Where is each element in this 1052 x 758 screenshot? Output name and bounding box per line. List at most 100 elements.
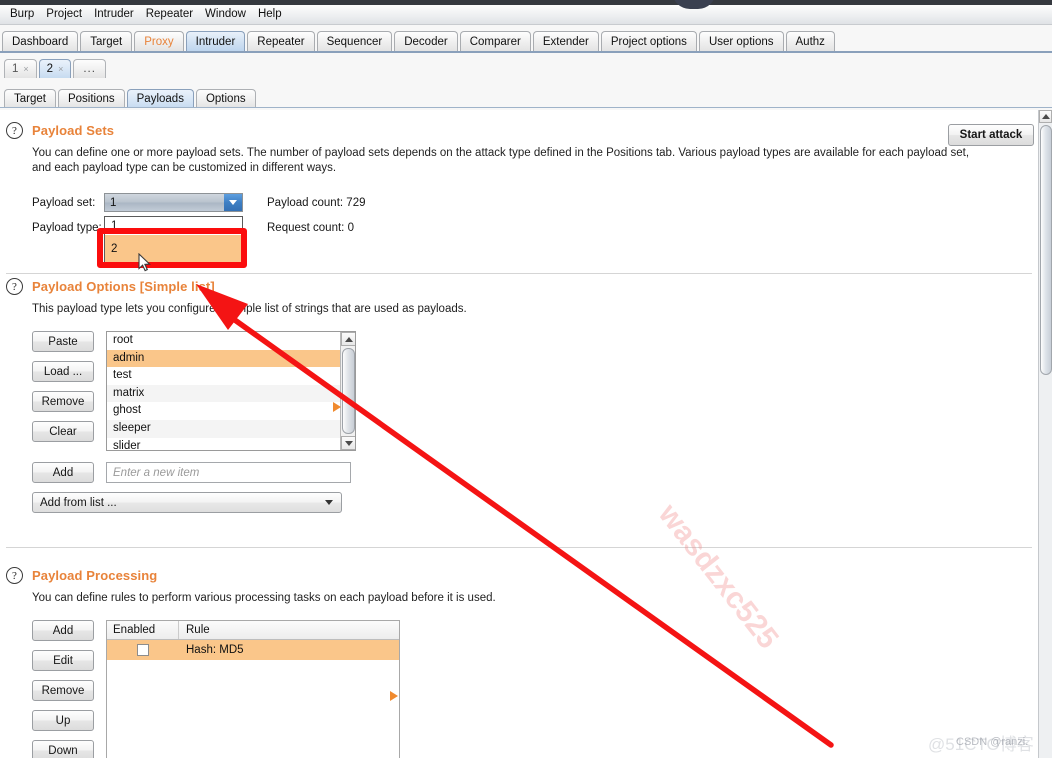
payload-count: Payload count: 729 [267,197,365,209]
list-item[interactable]: root [107,332,355,350]
clear-button[interactable]: Clear [32,421,94,442]
payloads-panel: Start attack ? Payload Sets You can defi… [0,110,1038,758]
tab-project-options[interactable]: Project options [600,31,697,52]
column-header-rule: Rule [186,624,210,636]
edit-rule-button[interactable]: Edit [32,650,94,671]
row-enabled-cell [107,644,179,656]
payload-processing-description: You can define rules to perform various … [32,592,496,604]
scrollbar-thumb[interactable] [1040,125,1052,375]
add-from-list-value: Add from list ... [40,496,117,509]
list-item[interactable]: admin [107,349,355,368]
paste-button[interactable]: Paste [32,331,94,352]
row-rule-cell: Hash: MD5 [186,644,244,656]
table-row[interactable]: Hash: MD5 [107,640,399,660]
add-from-list-dropdown[interactable]: Add from list ... [32,492,342,513]
menu-item-burp[interactable]: Burp [4,7,40,21]
expand-marker-icon[interactable] [333,402,341,412]
menu-item-window[interactable]: Window [199,7,252,21]
help-icon[interactable]: ? [6,278,23,295]
add-rule-button[interactable]: Add [32,620,94,641]
expand-marker-icon[interactable] [390,691,398,701]
list-item[interactable]: slider [107,438,355,450]
payload-processing-title: Payload Processing [32,568,158,583]
payload-set-label: Payload set: [32,196,96,209]
attack-tab-more[interactable]: ... [73,59,106,78]
tab-intruder[interactable]: Intruder [185,31,246,52]
panel-scrollbar[interactable] [1038,110,1052,758]
add-from-list-row: Add from list ... [32,492,1038,513]
tab-sequencer[interactable]: Sequencer [316,31,393,52]
sub-tab-payloads[interactable]: Payloads [126,89,194,108]
payload-processing-area: Add Edit Remove Up Down Enabled Rule Has… [32,620,1038,758]
payload-list-area: Paste Load ... Remove Clear root admin t… [32,331,1038,451]
move-up-button[interactable]: Up [32,710,94,731]
move-down-button[interactable]: Down [32,740,94,758]
tab-authz[interactable]: Authz [785,31,835,52]
add-payload-button[interactable]: Add [32,462,94,483]
burp-suite-window: Burp Project Intruder Repeater Window He… [0,0,1052,758]
tab-repeater[interactable]: Repeater [247,31,315,52]
scrollbar-thumb[interactable] [342,348,355,434]
list-item[interactable]: sleeper [107,419,355,438]
payload-list[interactable]: root admin test matrix ghost sleeper sli… [106,331,356,451]
tab-user-options[interactable]: User options [698,31,784,52]
request-count: Request count: 0 [267,222,354,234]
remove-button[interactable]: Remove [32,391,94,412]
help-icon[interactable]: ? [6,567,23,584]
tab-proxy[interactable]: Proxy [134,31,184,52]
help-icon[interactable]: ? [6,122,23,139]
main-tab-bar: Dashboard Target Proxy Intruder Repeater… [0,28,1052,52]
tab-target[interactable]: Target [80,31,133,52]
payload-set-option-1[interactable]: 1 [105,217,242,235]
divider [6,273,1032,274]
payload-processing-section: ? Payload Processing You can define rule… [0,567,1038,758]
payload-set-dropdown[interactable]: 1 [104,193,243,212]
payload-sets-header: ? Payload Sets [0,122,1038,139]
enabled-checkbox[interactable] [137,644,149,656]
scroll-up-icon[interactable] [1039,110,1052,123]
column-header-enabled: Enabled [107,621,179,639]
close-icon[interactable]: × [58,60,63,78]
sub-tab-target[interactable]: Target [4,89,56,108]
divider [6,547,1032,548]
menu-item-intruder[interactable]: Intruder [88,7,140,21]
sub-tab-positions[interactable]: Positions [57,89,125,108]
payload-type-label: Payload type: [32,222,102,234]
request-count-label: Request count: [267,222,345,234]
remove-rule-button[interactable]: Remove [32,680,94,701]
payload-set-dropdown-popup[interactable]: 1 2 [104,216,243,264]
close-icon[interactable]: × [23,60,28,78]
scroll-down-icon[interactable] [341,436,355,450]
tab-dashboard[interactable]: Dashboard [2,31,79,52]
menu-item-help[interactable]: Help [252,7,288,21]
add-item-row: Add Enter a new item [32,462,1038,483]
payload-set-value: 1 [110,196,117,209]
chevron-down-icon[interactable] [224,194,242,211]
list-item[interactable]: matrix [107,384,355,403]
payload-processing-buttons: Add Edit Remove Up Down [32,620,94,758]
payload-list-scrollbar[interactable] [340,332,355,450]
load-button[interactable]: Load ... [32,361,94,382]
main-tab-underline [0,51,1052,53]
payload-list-buttons: Paste Load ... Remove Clear [32,331,94,451]
sub-tab-options[interactable]: Options [195,89,256,108]
attack-tab-1[interactable]: 1 × [4,59,37,78]
scroll-up-icon[interactable] [341,332,355,346]
new-item-input[interactable]: Enter a new item [106,462,351,483]
chevron-down-icon[interactable] [325,500,333,505]
list-item[interactable]: test [107,367,355,385]
payload-set-option-2[interactable]: 2 [105,235,242,263]
payload-options-header: ? Payload Options [Simple list] [0,278,1038,295]
menu-item-repeater[interactable]: Repeater [140,7,199,21]
sub-tab-underline [0,107,1052,108]
payload-processing-table[interactable]: Enabled Rule Hash: MD5 [106,620,400,758]
menu-item-project[interactable]: Project [40,7,88,21]
list-item[interactable]: ghost [107,402,355,420]
table-body: Hash: MD5 [107,640,399,745]
payload-options-title: Payload Options [Simple list] [32,279,215,294]
tab-comparer[interactable]: Comparer [459,31,531,52]
tab-decoder[interactable]: Decoder [394,31,458,52]
tab-extender[interactable]: Extender [532,31,599,52]
attack-tab-2[interactable]: 2 × [38,59,72,78]
attack-tab-bar: 1 × 2 × ... [0,56,1052,78]
